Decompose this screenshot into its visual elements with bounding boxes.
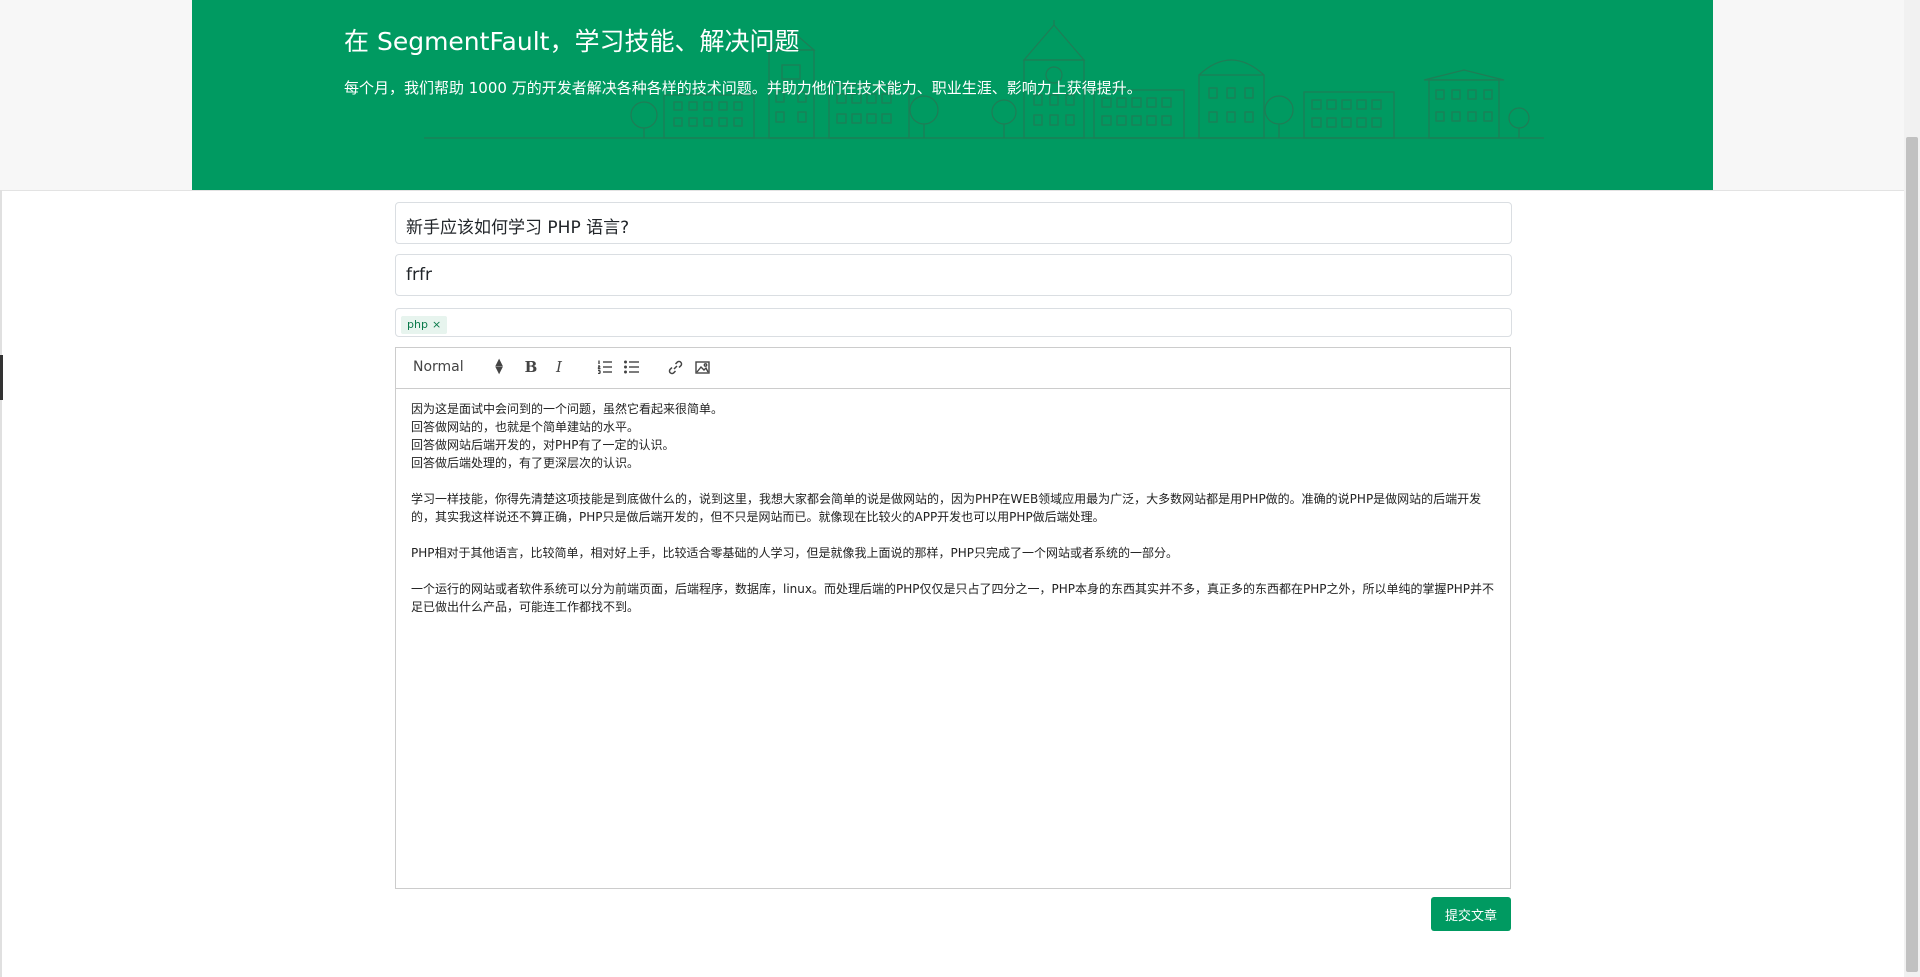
bullet-list-icon bbox=[624, 360, 639, 374]
window-left-edge bbox=[0, 190, 2, 977]
scrollbar-thumb[interactable] bbox=[1906, 137, 1918, 972]
ordered-list-button[interactable] bbox=[594, 356, 616, 378]
hero-title: 在 SegmentFault，学习技能、解决问题 bbox=[344, 27, 800, 56]
article-title-input[interactable]: 新手应该如何学习 PHP 语言? bbox=[395, 202, 1512, 244]
editor-line: 回答做后端处理的，有了更深层次的认识。 bbox=[411, 456, 640, 470]
page-scrollbar[interactable] bbox=[1904, 0, 1920, 977]
article-subtitle-input[interactable]: frfr bbox=[395, 254, 1512, 296]
bold-button[interactable]: B bbox=[521, 356, 541, 378]
hero-subtitle: 每个月，我们帮助 1000 万的开发者解决各种各样的技术问题。并助力他们在技术能… bbox=[344, 79, 1142, 97]
editor-line: 因为这是面试中会问到的一个问题，虽然它看起来很简单。 bbox=[411, 402, 724, 416]
ordered-list-icon bbox=[597, 360, 612, 374]
image-button[interactable] bbox=[691, 356, 713, 378]
italic-button[interactable]: I bbox=[549, 356, 569, 378]
editor-paragraph: PHP相对于其他语言，比较简单，相对好上手，比较适合零基础的人学习，但是就像我上… bbox=[411, 546, 1178, 560]
editor-content[interactable]: 因为这是面试中会问到的一个问题，虽然它看起来很简单。 回答做网站的，也就是个简单… bbox=[396, 389, 1510, 627]
editor-paragraph: 学习一样技能，你得先清楚这项技能是到底做什么的，说到这里，我想大家都会简单的说是… bbox=[411, 492, 1482, 524]
link-button[interactable] bbox=[664, 356, 686, 378]
heading-select[interactable]: Normal ▲ ▼ bbox=[413, 356, 503, 378]
editor-line: 回答做网站的，也就是个简单建站的水平。 bbox=[411, 420, 640, 434]
editor-toolbar: Normal ▲ ▼ B I bbox=[396, 348, 1510, 389]
link-icon bbox=[668, 360, 682, 374]
rich-text-editor: Normal ▲ ▼ B I 因为这是面试中会问到的一个问题，虽然它看起来很简单… bbox=[395, 347, 1511, 889]
image-icon bbox=[694, 360, 710, 374]
tag-remove-icon[interactable]: × bbox=[432, 318, 441, 331]
submit-article-button[interactable]: 提交文章 bbox=[1431, 897, 1511, 931]
bullet-list-button[interactable] bbox=[621, 356, 643, 378]
select-arrows-icon: ▲ ▼ bbox=[495, 357, 503, 376]
tag-label: php bbox=[407, 318, 428, 331]
heading-select-value: Normal bbox=[413, 359, 464, 375]
editor-paragraph: 一个运行的网站或者软件系统可以分为前端页面，后端程序，数据库，linux。而处理… bbox=[411, 582, 1494, 614]
editor-line: 回答做网站后端开发的，对PHP有了一定的认识。 bbox=[411, 438, 675, 452]
tag-chip-php: php × bbox=[401, 316, 448, 334]
tags-input[interactable]: php × bbox=[395, 308, 1512, 337]
window-edge-marker bbox=[0, 355, 3, 400]
hero-banner: 在 SegmentFault，学习技能、解决问题 每个月，我们帮助 1000 万… bbox=[192, 0, 1713, 190]
